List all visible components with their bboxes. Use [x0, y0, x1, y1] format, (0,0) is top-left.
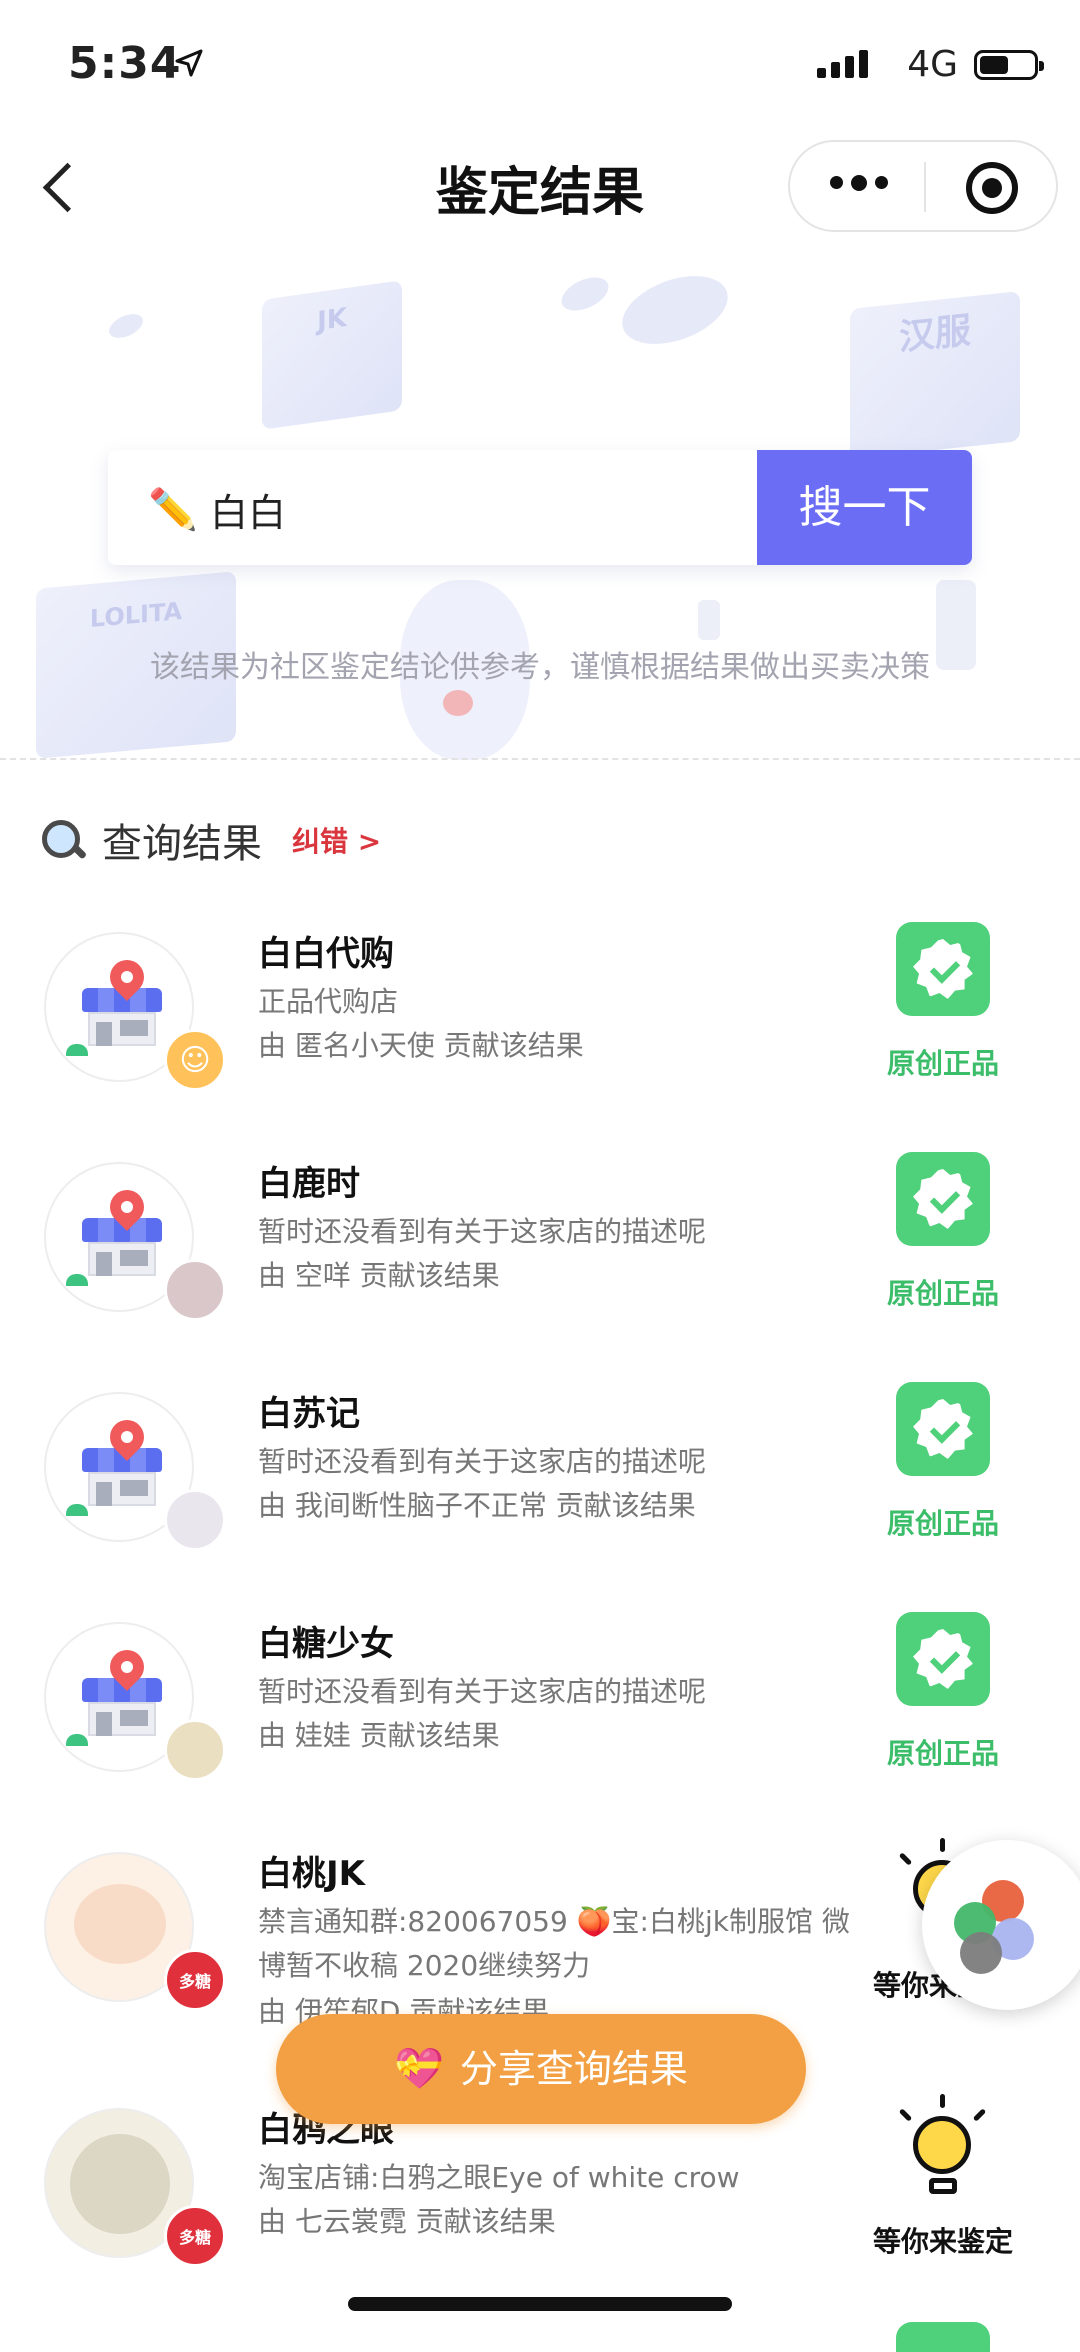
jk-cube-illustration: JK [262, 280, 402, 430]
nav-bar: 鉴定结果 [0, 120, 1080, 250]
contributor-avatar: ☺ [164, 1029, 226, 1091]
contributor-text: 由 匿名小天使 贡献该结果 [258, 1029, 584, 1062]
store-description: 禁言通知群:820067059 🍑宝:白桃jk制服馆 微博暂不收稿 2020继续… [258, 1905, 850, 1982]
store-name: 白白代购 [258, 934, 394, 974]
contributor-avatar [164, 1489, 226, 1551]
results-header: 查询结果 纠错 > [40, 810, 381, 870]
contributor-avatar [164, 1259, 226, 1321]
network-type: 4G [907, 44, 958, 85]
share-results-button[interactable]: 💝 分享查询结果 [276, 2014, 806, 2124]
store-name: 白鹿时 [258, 1164, 360, 1204]
disclaimer-text: 该结果为社区鉴定结论供参考，谨慎根据结果做出买卖决策 [150, 650, 930, 685]
store-description: 暂时还没看到有关于这家店的描述呢 [258, 1445, 707, 1478]
correction-link[interactable]: 纠错 > [292, 820, 381, 860]
tag-badge: 多糖 [164, 1949, 226, 2011]
cloud-decoration [556, 270, 614, 318]
result-item[interactable]: 多糖 白鸦之眼 淘宝店铺:白鸦之眼Eye of white crow 由 七云裳… [0, 2094, 1080, 2328]
hanfu-cube-illustration: 汉服 [850, 291, 1020, 459]
store-avatar: ☺ [44, 932, 226, 1091]
search-input[interactable]: 白白 [210, 482, 286, 537]
store-description: 暂时还没看到有关于这家店的描述呢 [258, 1675, 707, 1708]
store-description: 暂时还没看到有关于这家店的描述呢 [258, 1215, 707, 1248]
store-avatar [44, 1392, 226, 1551]
store-icon [82, 1642, 162, 1736]
store-description: 淘宝店铺:白鸦之眼Eye of white crow [258, 2161, 740, 2194]
search-icon [40, 818, 88, 862]
lightbulb-icon [895, 2094, 991, 2208]
verified-badge-icon [896, 1612, 990, 1706]
verified-badge-icon [896, 1382, 990, 1476]
share-label: 分享查询结果 [459, 2047, 688, 2091]
store-name: 白桃JK [258, 1854, 365, 1894]
location-arrow-icon [175, 49, 203, 77]
contributor-text: 由 娃娃 贡献该结果 [258, 1719, 500, 1752]
status-bar: 5:34 4G [0, 0, 1080, 120]
store-avatar [44, 1162, 226, 1321]
result-item[interactable]: 白苏记 暂时还没看到有关于这家店的描述呢 由 我间断性脑子不正常 贡献该结果 原… [0, 1382, 1080, 1612]
divider [0, 758, 1080, 760]
result-item[interactable]: 多糖 白桃JK 禁言通知群:820067059 🍑宝:白桃jk制服馆 微博暂不收… [0, 1838, 1080, 2042]
cloud-decoration [105, 309, 147, 343]
crow-logo-icon [70, 2134, 170, 2234]
floating-menu-button[interactable] [922, 1840, 1080, 2010]
results-title: 查询结果 [102, 821, 262, 867]
tag-badge: 多糖 [164, 2205, 226, 2267]
home-indicator[interactable] [348, 2297, 732, 2311]
contributor-text: 由 七云裳霓 贡献该结果 [258, 2205, 556, 2238]
search-button[interactable]: 搜一下 [757, 450, 972, 565]
cloud-decoration [613, 262, 737, 358]
status-label: 原创正品 [886, 1507, 999, 1540]
result-item[interactable]: ☺ 白白代购 正品代购店 由 匿名小天使 贡献该结果 原创正品 [0, 922, 1080, 1152]
store-name: 白苏记 [258, 1394, 360, 1434]
search-box: ✏️ 白白 搜一下 [108, 450, 972, 565]
store-description: 正品代购店 [258, 985, 399, 1018]
status-label: 原创正品 [886, 1737, 999, 1770]
status-label: 等你来鉴定 [872, 2225, 1013, 2258]
status-label: 原创正品 [886, 1277, 999, 1310]
store-icon [82, 952, 162, 1046]
signal-icon [817, 50, 868, 78]
verified-badge-icon [896, 922, 990, 1016]
store-name: 白糖少女 [258, 1624, 394, 1664]
contributor-text: 由 空咩 贡献该结果 [258, 1259, 500, 1292]
status-label: 原创正品 [886, 1047, 999, 1080]
status-time: 5:34 [68, 38, 182, 89]
miniprogram-capsule [788, 140, 1058, 232]
gem-decoration [698, 600, 720, 640]
contributor-text: 由 我间断性脑子不正常 贡献该结果 [258, 1489, 696, 1522]
result-item[interactable]: 白鹿时 暂时还没看到有关于这家店的描述呢 由 空咩 贡献该结果 原创正品 [0, 1152, 1080, 1382]
store-avatar [44, 1622, 226, 1781]
store-icon [82, 1182, 162, 1276]
verified-badge-icon [896, 1152, 990, 1246]
store-avatar: 多糖 [44, 2108, 226, 2267]
heart-decoration [443, 690, 473, 716]
store-avatar: 多糖 [44, 1852, 226, 2011]
contributor-avatar [164, 1719, 226, 1781]
more-options-button[interactable] [830, 175, 888, 191]
gift-heart-icon: 💝 [394, 2046, 444, 2092]
peach-logo-icon [74, 1884, 166, 1964]
battery-icon [974, 50, 1044, 80]
pencil-icon: ✏️ [148, 487, 198, 533]
verified-badge-icon [896, 2322, 990, 2352]
close-miniprogram-button[interactable] [966, 162, 1018, 214]
result-item[interactable]: 白糖少女 暂时还没看到有关于这家店的描述呢 由 娃娃 贡献该结果 原创正品 [0, 1612, 1080, 1842]
store-icon [82, 1412, 162, 1506]
